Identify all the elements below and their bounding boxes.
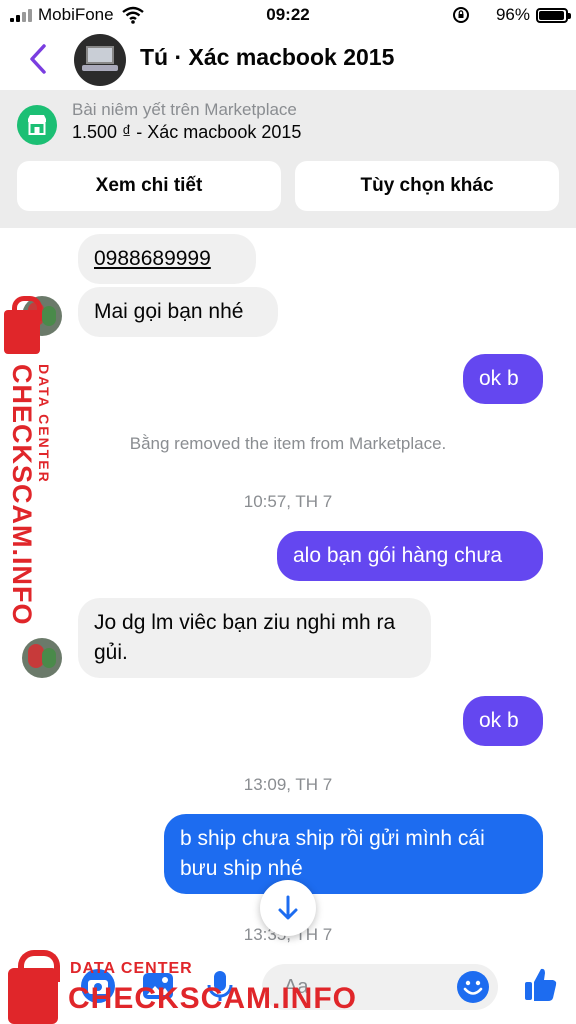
- message-outgoing: alo bạn gói hàng chưa: [277, 531, 543, 581]
- watermark-large-text: CHECKSCAM.INFO: [68, 982, 357, 1015]
- watermark-side: CHECKSCAM.INFO DATA CENTER: [2, 296, 56, 626]
- system-notice: Bằng removed the item from Marketplace.: [129, 434, 447, 453]
- message-outgoing: ok b: [463, 696, 543, 746]
- marketplace-listing-banner: Bài niêm yết trên Marketplace 1.500 ₫ - …: [0, 90, 576, 228]
- watermark-small-text: DATA CENTER: [36, 364, 52, 484]
- emoji-icon[interactable]: [456, 970, 490, 1004]
- message-incoming: Jo dg lm viêc bạn ziu nghi mh ra gủi.: [78, 598, 431, 678]
- padlock-icon: [8, 950, 60, 1024]
- watermark-large-text: CHECKSCAM.INFO: [7, 364, 37, 626]
- conversation-title[interactable]: Tú · Xác macbook 2015: [140, 44, 394, 71]
- timestamp: 10:57, TH 7: [243, 492, 333, 511]
- scroll-to-bottom-button[interactable]: [260, 880, 316, 936]
- battery-percent: 96%: [495, 5, 530, 24]
- like-thumbs-up-icon[interactable]: [522, 966, 558, 1004]
- marketplace-shop-icon: [17, 105, 57, 145]
- arrow-down-icon: [278, 895, 298, 920]
- message-outgoing: b ship chưa ship rồi gửi mình cái bưu sh…: [164, 814, 543, 894]
- message-outgoing: ok b: [463, 354, 543, 404]
- more-options-button[interactable]: Tùy chọn khác: [295, 161, 559, 211]
- status-bar: MobiFone 09:22 96%: [0, 0, 576, 30]
- sender-avatar[interactable]: [22, 638, 62, 678]
- rotation-lock-icon: [453, 7, 469, 23]
- contact-avatar[interactable]: [74, 34, 126, 86]
- view-details-button[interactable]: Xem chi tiết: [17, 161, 281, 211]
- message-incoming-phone[interactable]: 0988689999: [78, 234, 256, 284]
- clock: 09:22: [266, 5, 310, 24]
- conversation-header: Tú · Xác macbook 2015: [0, 30, 576, 90]
- listing-price-title: 1.500 ₫ - Xác macbook 2015: [72, 122, 302, 142]
- message-incoming: Mai gọi bạn nhé: [78, 287, 278, 337]
- battery-icon: [536, 8, 571, 23]
- padlock-icon: [4, 296, 42, 354]
- listing-subtitle: Bài niêm yết trên Marketplace: [72, 100, 297, 119]
- watermark-small-text: DATA CENTER: [70, 960, 193, 977]
- back-chevron-icon[interactable]: [24, 42, 52, 76]
- timestamp: 13:09, TH 7: [243, 775, 333, 794]
